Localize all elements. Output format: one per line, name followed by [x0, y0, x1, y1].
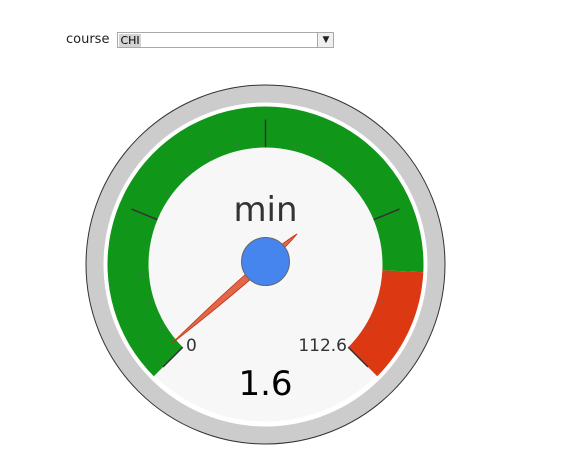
gauge-max-label: 112.6 [298, 336, 347, 356]
gauge-label: min [233, 190, 297, 230]
gauge: min 0 112.6 1.6 [85, 84, 446, 445]
gauge-min-label: 0 [186, 336, 197, 356]
page: course CHI ▼ min 0 112.6 1.6 [0, 0, 571, 470]
course-label: course [66, 32, 110, 47]
gauge-value: 1.6 [238, 364, 292, 404]
gauge-hub [241, 237, 290, 286]
dropdown-arrow-icon[interactable]: ▼ [317, 33, 334, 47]
course-select[interactable]: CHI ▼ [117, 32, 335, 48]
course-selected-value: CHI [119, 33, 141, 47]
course-filter: course CHI ▼ [66, 31, 335, 49]
